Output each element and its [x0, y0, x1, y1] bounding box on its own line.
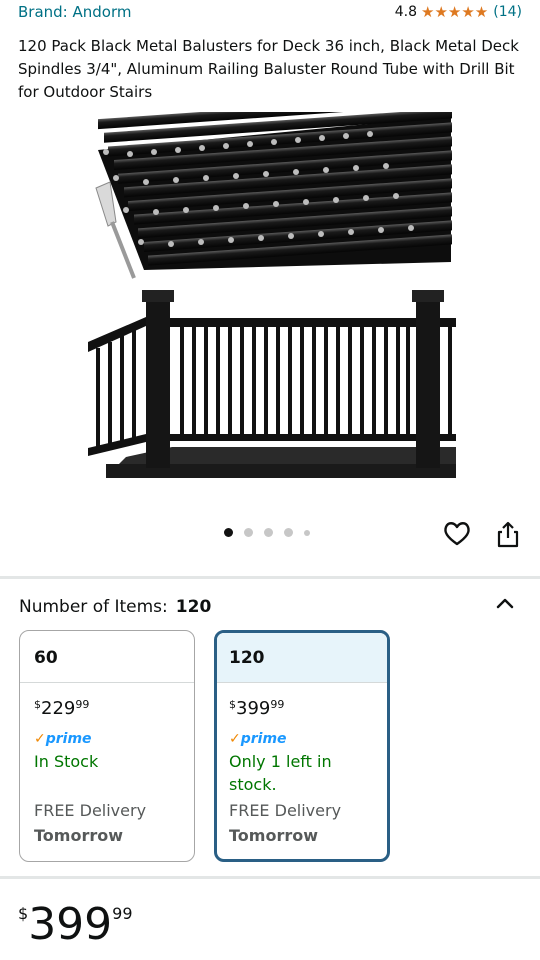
- variation-label: Number of Items:: [19, 597, 168, 617]
- price-whole: 399: [28, 899, 113, 950]
- delivery-label: FREE Delivery: [229, 801, 342, 820]
- product-title: 120 Pack Black Metal Balusters for Deck …: [18, 37, 519, 101]
- deck-railing: [88, 290, 456, 478]
- prime-check-icon: ✓: [34, 731, 46, 747]
- price-whole: 399: [236, 698, 271, 719]
- price-fraction: 99: [112, 904, 133, 923]
- carousel-dot[interactable]: [224, 528, 233, 537]
- brand-link[interactable]: Brand: Andorm: [18, 3, 131, 21]
- price-fraction: 99: [270, 698, 285, 711]
- share-icon[interactable]: [493, 519, 523, 549]
- prime-label: prime: [45, 731, 92, 747]
- prime-label: prime: [240, 731, 287, 747]
- carousel-dot[interactable]: [244, 528, 253, 537]
- option-name: 120: [217, 633, 387, 683]
- section-divider: [0, 576, 540, 579]
- stock-status: Only 1 left in stock.: [229, 752, 332, 794]
- buybox-price: $399 99: [18, 900, 133, 950]
- baluster-bundle: [98, 112, 452, 270]
- variation-selected-value: 120: [175, 597, 212, 617]
- header-row: Brand: Andorm 4.8 ★★★★★ (14): [0, 0, 540, 28]
- delivery-day: Tomorrow: [34, 826, 123, 845]
- delivery-day: Tomorrow: [229, 826, 318, 845]
- heart-icon[interactable]: [442, 519, 472, 549]
- price-whole: 229: [41, 698, 76, 719]
- star-rating-icon: ★★★★★: [421, 3, 489, 21]
- price-symbol: $: [229, 698, 236, 711]
- option-price: $229 99: [34, 698, 180, 720]
- stock-status: In Stock: [34, 752, 99, 771]
- price-symbol: $: [18, 904, 29, 923]
- price-symbol: $: [34, 698, 41, 711]
- option-name: 60: [20, 631, 194, 683]
- delivery-label: FREE Delivery: [34, 801, 147, 820]
- delivery-info: FREE Delivery Tomorrow: [34, 798, 146, 848]
- review-count-link[interactable]: (14): [493, 4, 522, 20]
- prime-badge: ✓ prime: [229, 730, 373, 748]
- variation-header: Number of Items: 120: [19, 597, 211, 617]
- carousel-dot[interactable]: [264, 528, 273, 537]
- image-carousel-indicator[interactable]: [224, 528, 321, 537]
- option-price: $399 99: [229, 698, 373, 720]
- chevron-up-icon[interactable]: [492, 591, 518, 617]
- section-divider: [0, 876, 540, 879]
- delivery-info: FREE Delivery Tomorrow: [229, 798, 341, 848]
- carousel-dot[interactable]: [284, 528, 293, 537]
- carousel-dot[interactable]: [304, 529, 310, 536]
- variation-option-120[interactable]: 120 $399 99 ✓ prime Only 1 left in stock. …: [214, 630, 390, 862]
- prime-badge: ✓ prime: [34, 730, 180, 748]
- variation-option-60[interactable]: 60 $229 99 ✓ prime In Stock FREE Delivery …: [19, 630, 195, 862]
- rating-summary[interactable]: 4.8 ★★★★★ (14): [395, 3, 522, 21]
- rating-value: 4.8: [394, 4, 417, 20]
- prime-check-icon: ✓: [229, 731, 241, 747]
- price-fraction: 99: [75, 698, 90, 711]
- product-image[interactable]: [86, 112, 456, 482]
